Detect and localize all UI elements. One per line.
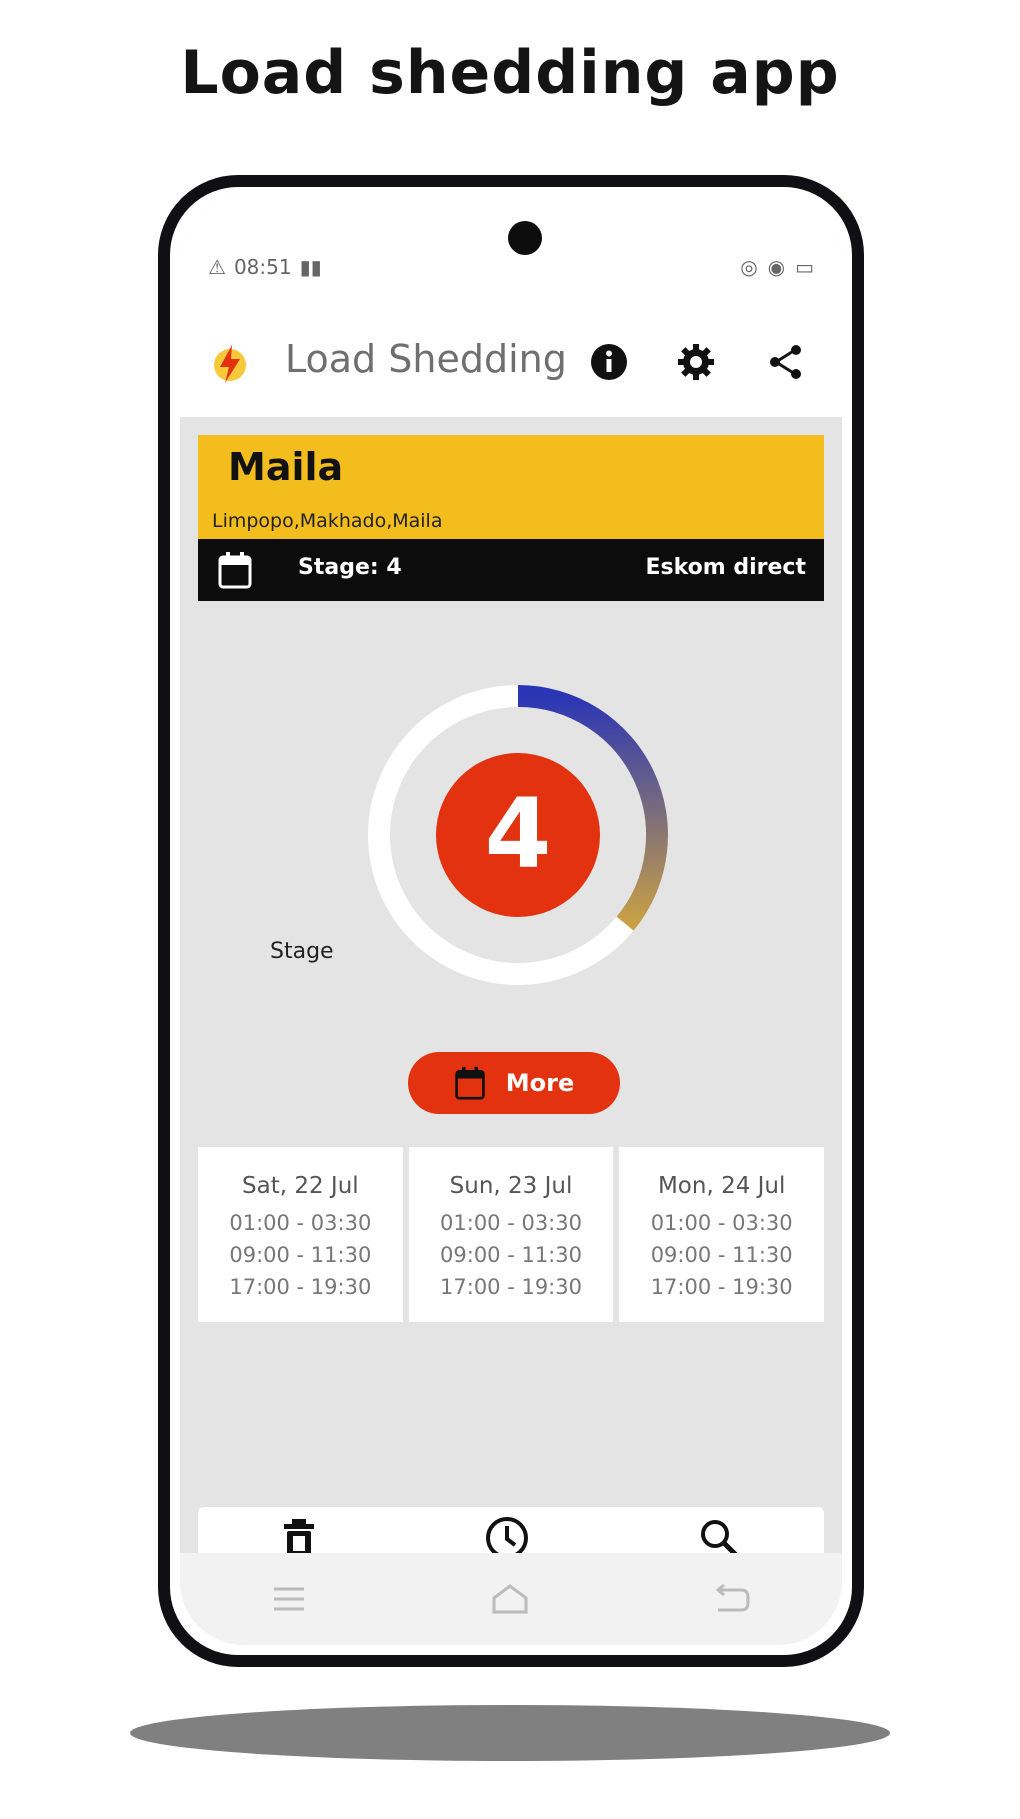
share-icon[interactable] [765,341,807,383]
status-bar: ⚠ 08:51 ▮▮ ◎ ◉ ▭ [180,197,842,307]
stage-number: 4 [485,778,552,890]
stage-label: Stage: 4 [298,555,402,580]
provider-label[interactable]: Eskom direct [646,555,806,580]
back-icon[interactable] [714,1584,750,1614]
schedule-day-card[interactable]: Mon, 24 Jul 01:00 - 03:30 09:00 - 11:30 … [619,1147,825,1322]
schedule-day-title: Mon, 24 Jul [657,1173,786,1199]
app-bar: Load Shedding [180,307,842,417]
calendar-icon [218,552,252,589]
stage-gauge: 4 [368,685,668,985]
schedule-day-title: Sun, 23 Jul [449,1173,573,1199]
location-path: Limpopo,Makhado,Maila [212,510,443,532]
phone-frame: ⚠ 08:51 ▮▮ ◎ ◉ ▭ Load Shedding Maila Lim… [158,175,864,1667]
schedule-slot: 09:00 - 11:30 [650,1243,793,1267]
alarm-icon: ◎ [740,255,758,279]
wifi-icon: ◉ [767,255,786,279]
schedule-day-title: Sat, 22 Jul [242,1173,359,1199]
system-nav-bar [180,1553,842,1645]
phone-screen: ⚠ 08:51 ▮▮ ◎ ◉ ▭ Load Shedding Maila Lim… [180,197,842,1645]
schedule-slot: 01:00 - 03:30 [229,1211,372,1235]
info-icon[interactable] [588,341,630,383]
more-button[interactable]: More [408,1052,620,1114]
schedule-list: Sat, 22 Jul 01:00 - 03:30 09:00 - 11:30 … [198,1147,825,1322]
status-right: ◎ ◉ ▭ [740,255,814,279]
schedule-slot: 17:00 - 19:30 [229,1275,372,1299]
gauge-caption: Stage [270,939,334,964]
home-icon[interactable] [490,1582,530,1616]
schedule-slot: 17:00 - 19:30 [650,1275,793,1299]
gear-icon[interactable] [675,341,717,383]
schedule-slot: 09:00 - 11:30 [229,1243,372,1267]
schedule-slot: 17:00 - 19:30 [440,1275,582,1299]
schedule-day-card[interactable]: Sat, 22 Jul 01:00 - 03:30 09:00 - 11:30 … [198,1147,403,1322]
schedule-day-card[interactable]: Sun, 23 Jul 01:00 - 03:30 09:00 - 11:30 … [408,1147,614,1322]
lightning-logo-icon [214,345,246,383]
battery-icon: ▭ [795,255,814,279]
calendar-icon [454,1066,485,1100]
app-title: Load Shedding [285,337,567,381]
phone-shadow [130,1705,890,1761]
stage-bar: Stage: 4 Eskom direct [198,539,824,601]
more-button-label: More [505,1069,575,1097]
signal-icon: ▮▮ [299,255,322,279]
status-time: 08:51 [233,255,292,279]
notification-icon: ⚠ [208,255,226,279]
location-name: Maila [228,445,344,489]
schedule-slot: 01:00 - 03:30 [440,1211,582,1235]
location-card[interactable]: Maila Limpopo,Makhado,Maila [198,435,824,539]
schedule-slot: 09:00 - 11:30 [440,1243,582,1267]
status-left: ⚠ 08:51 ▮▮ [208,255,322,279]
schedule-slot: 01:00 - 03:30 [650,1211,793,1235]
page-headline: Load shedding app [180,38,840,108]
recents-icon[interactable] [272,1584,306,1614]
front-camera [508,221,542,255]
